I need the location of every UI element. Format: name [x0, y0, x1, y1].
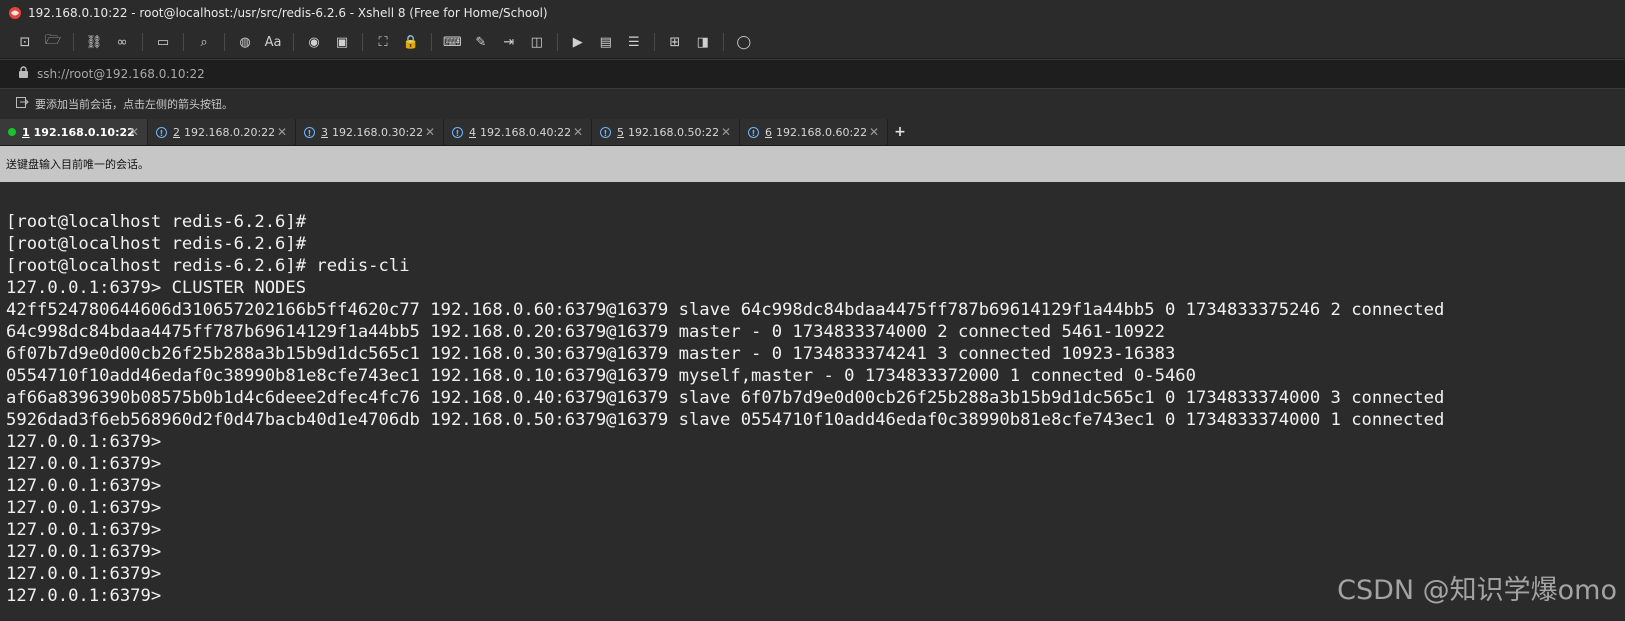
- warning-status-icon: !: [600, 126, 611, 138]
- tab-close-icon[interactable]: ✕: [129, 125, 139, 139]
- transfer-icon[interactable]: ▶: [567, 32, 589, 52]
- warning-status-icon: !: [156, 126, 167, 138]
- terminal-line: af66a8396390b08575b0b1d4c6deee2dfec4fc76…: [6, 388, 1445, 408]
- warning-status-icon: !: [304, 126, 315, 138]
- tab-label: 192.168.0.60:22: [776, 125, 868, 139]
- tab-number: 5: [617, 125, 624, 139]
- tab-session-3[interactable]: ! 3 192.168.0.30:22 ✕: [296, 119, 444, 145]
- tab-close-icon[interactable]: ✕: [425, 125, 435, 139]
- tab-number: 6: [765, 125, 772, 139]
- tab-label: 192.168.0.10:22: [33, 125, 135, 139]
- terminal-output[interactable]: [root@localhost redis-6.2.6]# [root@local…: [0, 189, 1625, 621]
- log-icon[interactable]: ▤: [595, 32, 617, 52]
- tab-number: 4: [469, 125, 476, 139]
- toolbar: ⊡ 🗁 ⛓ ∞ ▭ ⌕ ◍ Aa ◉ ▣ ⛶ 🔒 ⌨ ✎ ⇥ ◫ ▶ ▤ ☰ ⊞ ◨ ◯: [0, 26, 1625, 59]
- terminal-line: 127.0.0.1:6379>: [6, 542, 162, 562]
- terminal-line: [root@localhost redis-6.2.6]# redis-cli: [6, 256, 410, 276]
- terminal-line: 64c998dc84bdaa4475ff787b69614129f1a44bb5…: [6, 322, 1165, 342]
- toolbar-separator: [653, 33, 655, 51]
- new-window-icon[interactable]: ⊞: [664, 32, 686, 52]
- session-hint-bar: 要添加当前会话，点击左侧的箭头按钮。: [0, 89, 1625, 119]
- terminal-line: 127.0.0.1:6379>: [6, 454, 162, 474]
- tab-number: 2: [173, 125, 180, 139]
- send-icon[interactable]: ⇥: [498, 32, 520, 52]
- fullscreen-icon[interactable]: ⛶: [372, 32, 394, 52]
- layout-icon[interactable]: ◨: [692, 32, 714, 52]
- terminal-line: [root@localhost redis-6.2.6]#: [6, 212, 307, 232]
- font-icon[interactable]: Aa: [262, 32, 284, 52]
- toolbar-separator: [142, 33, 143, 51]
- terminal-line: 127.0.0.1:6379>: [6, 520, 162, 540]
- lock-icon[interactable]: 🔒: [400, 32, 422, 52]
- toolbar-separator: [224, 33, 225, 51]
- toolbar-separator: [431, 33, 432, 51]
- watermark: CSDN @知识学爆omo: [1337, 575, 1617, 606]
- toolbar-separator: [183, 33, 184, 51]
- title-bar: 192.168.0.10:22 - root@localhost:/usr/sr…: [0, 0, 1625, 26]
- add-session-icon[interactable]: [16, 96, 29, 112]
- open-folder-icon[interactable]: 🗁: [42, 32, 64, 52]
- hint-text: 要添加当前会话，点击左侧的箭头按钮。: [35, 98, 233, 111]
- send-input-bar: 送键盘输入目前唯一的会话。: [0, 146, 1625, 182]
- terminal-line: 127.0.0.1:6379> CLUSTER NODES: [6, 278, 307, 298]
- tab-close-icon[interactable]: ✕: [869, 125, 879, 139]
- list-icon[interactable]: ☰: [623, 32, 645, 52]
- tab-label: 192.168.0.50:22: [628, 125, 720, 139]
- terminal-line: 127.0.0.1:6379>: [6, 432, 162, 452]
- help-icon[interactable]: ◯: [733, 32, 755, 52]
- address-input[interactable]: ssh://root@192.168.0.10:22: [37, 67, 205, 81]
- warning-status-icon: !: [452, 126, 463, 138]
- reconnect-icon[interactable]: ∞: [111, 32, 133, 52]
- tab-session-5[interactable]: ! 5 192.168.0.50:22 ✕: [592, 119, 740, 145]
- toolbar-separator: [556, 33, 558, 51]
- connected-status-icon: [8, 128, 16, 136]
- xshell-icon[interactable]: ◉: [303, 32, 325, 52]
- add-tab-button[interactable]: +: [888, 119, 912, 145]
- terminal-line: 42ff524780644606d310657202166b5ff4620c77…: [6, 300, 1445, 320]
- toolbar-separator: [722, 33, 724, 51]
- xftp-icon[interactable]: ▣: [331, 32, 353, 52]
- send-input-text: 送键盘输入目前唯一的会话。: [6, 158, 149, 171]
- toolbar-separator: [293, 33, 294, 51]
- tab-session-4[interactable]: ! 4 192.168.0.40:22 ✕: [444, 119, 592, 145]
- tab-label: 192.168.0.40:22: [480, 125, 572, 139]
- search-icon[interactable]: ⌕: [193, 32, 215, 52]
- tab-session-1[interactable]: 1 192.168.0.10:22 ✕: [0, 119, 148, 145]
- new-tab-icon[interactable]: ▭: [152, 32, 174, 52]
- disconnect-icon[interactable]: ⛓: [83, 32, 105, 52]
- tab-label: 192.168.0.30:22: [332, 125, 424, 139]
- tab-number: 3: [321, 125, 328, 139]
- compose-icon[interactable]: ✎: [470, 32, 492, 52]
- terminal-line: 0554710f10add46edaf0c38990b81e8cfe743ec1…: [6, 366, 1196, 386]
- window-title: 192.168.0.10:22 - root@localhost:/usr/sr…: [28, 6, 548, 20]
- terminal-line: 5926dad3f6eb568960d2f0d47bacb40d1e4706db…: [6, 410, 1445, 430]
- lock-icon: [18, 66, 29, 82]
- tab-close-icon[interactable]: ✕: [721, 125, 731, 139]
- tab-close-icon[interactable]: ✕: [573, 125, 583, 139]
- tab-session-6[interactable]: ! 6 192.168.0.60:22 ✕: [740, 119, 888, 145]
- terminal-line: [root@localhost redis-6.2.6]#: [6, 234, 307, 254]
- xshell-app-icon: [9, 7, 21, 19]
- terminal-line: 127.0.0.1:6379>: [6, 476, 162, 496]
- globe-icon[interactable]: ◍: [234, 32, 256, 52]
- tab-label: 192.168.0.20:22: [184, 125, 276, 139]
- warning-status-icon: !: [748, 126, 759, 138]
- keyboard-icon[interactable]: ⌨: [441, 32, 464, 52]
- terminal-line: 127.0.0.1:6379>: [6, 498, 162, 518]
- tab-number: 1: [22, 125, 30, 139]
- script-icon[interactable]: ◫: [526, 32, 548, 52]
- tab-close-icon[interactable]: ✕: [277, 125, 287, 139]
- session-tabs: 1 192.168.0.10:22 ✕! 2 192.168.0.20:22 ✕! 3 192…: [0, 119, 1625, 146]
- toolbar-separator: [362, 33, 363, 51]
- terminal-line: 6f07b7d9e0d00cb26f25b288a3b15b9d1dc565c1…: [6, 344, 1176, 364]
- new-session-icon[interactable]: ⊡: [14, 32, 36, 52]
- tab-session-2[interactable]: ! 2 192.168.0.20:22 ✕: [148, 119, 296, 145]
- toolbar-separator: [73, 33, 74, 51]
- address-bar[interactable]: ssh://root@192.168.0.10:22: [0, 59, 1625, 89]
